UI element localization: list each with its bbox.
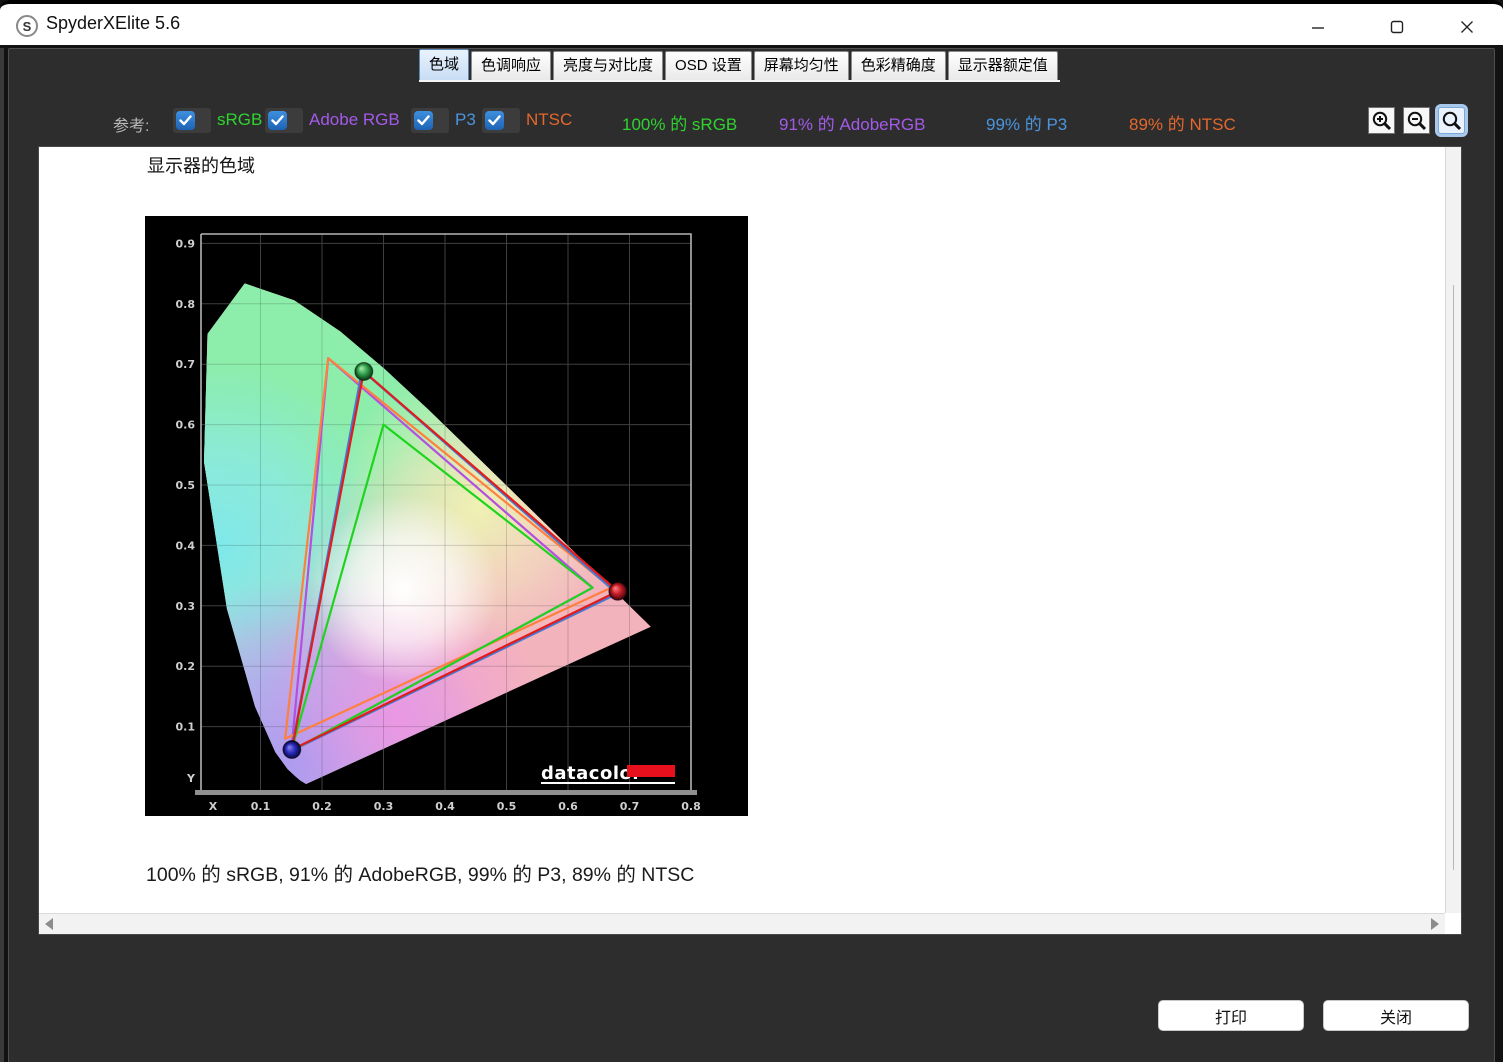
zoom-in-button[interactable] — [1368, 107, 1395, 134]
tab-gamut[interactable]: 色域 — [419, 49, 470, 80]
svg-text:0.8: 0.8 — [176, 298, 196, 311]
checkbox-p3[interactable] — [414, 111, 433, 130]
svg-text:0.1: 0.1 — [251, 800, 271, 813]
checkbox-adobe-rgb[interactable] — [268, 111, 287, 130]
svg-text:0.3: 0.3 — [176, 600, 196, 613]
coverage-adobergb: 91% 的 AdobeRGB — [779, 115, 926, 134]
zoom-fit-icon — [1442, 111, 1461, 130]
reference-row: 参考: sRGB Adobe RGB P3 NTSC 100% 的 sRGB 91% 的… — [9, 101, 1496, 141]
check-icon — [179, 115, 192, 126]
maximize-button[interactable] — [1374, 12, 1420, 42]
svg-text:0.3: 0.3 — [374, 800, 394, 813]
marker-blue-primary — [282, 740, 302, 760]
svg-text:0.2: 0.2 — [312, 800, 332, 813]
vertical-scrollbar[interactable] — [1445, 147, 1461, 914]
checkbox-ntsc[interactable] — [485, 111, 504, 130]
marker-green-primary — [354, 361, 374, 381]
reference-label: 参考: — [113, 118, 150, 135]
coverage-summary: 100% 的 sRGB, 91% 的 AdobeRGB, 99% 的 P3, 8… — [146, 864, 695, 886]
window-edge — [0, 48, 4, 1062]
tab-osd-settings[interactable]: OSD 设置 — [665, 51, 752, 80]
maximize-icon — [1390, 20, 1404, 34]
svg-text:0.7: 0.7 — [620, 800, 640, 813]
checkbox-chip-adobe-rgb — [265, 108, 303, 133]
check-icon — [488, 115, 501, 126]
zoom-out-button[interactable] — [1403, 107, 1430, 134]
checkbox-label-srgb: sRGB — [217, 110, 263, 129]
checkbox-chip-p3 — [411, 108, 449, 133]
scrollbar-corner — [1445, 913, 1461, 934]
svg-text:0.1: 0.1 — [176, 721, 196, 734]
scroll-left-icon — [45, 918, 53, 930]
tab-display-ratings[interactable]: 显示器额定值 — [947, 51, 1058, 80]
page-title: 显示器的色域 — [147, 156, 255, 176]
window-title: SpyderXElite 5.6 — [46, 13, 181, 33]
tab-brightness-contrast[interactable]: 亮度与对比度 — [553, 51, 664, 80]
checkbox-label-p3: P3 — [455, 110, 476, 129]
marker-red-primary — [608, 581, 628, 601]
scroll-right-icon — [1431, 918, 1439, 930]
checkbox-chip-srgb — [173, 108, 211, 133]
close-dialog-button[interactable]: 关闭 — [1323, 1000, 1469, 1031]
svg-text:0.5: 0.5 — [176, 479, 196, 492]
check-icon — [271, 115, 284, 126]
zoom-fit-button[interactable] — [1438, 107, 1465, 134]
horizontal-scrollbar[interactable] — [39, 913, 1445, 934]
minimize-button[interactable] — [1295, 12, 1341, 42]
close-button[interactable] — [1444, 12, 1490, 42]
zoom-out-icon — [1407, 111, 1426, 130]
svg-text:0.4: 0.4 — [435, 800, 455, 813]
svg-text:0.7: 0.7 — [176, 358, 196, 371]
svg-text:0.6: 0.6 — [176, 419, 196, 432]
svg-text:0.4: 0.4 — [176, 539, 196, 552]
checkbox-label-ntsc: NTSC — [526, 110, 573, 129]
coverage-ntsc: 89% 的 NTSC — [1129, 115, 1236, 134]
cie-chromaticity-diagram: 0.1 0.2 0.3 0.4 0.5 0.6 0.7 0.8 0.9 Y 0.1 0.2 0.3 0.4… — [145, 216, 748, 816]
content-panel: 显示器的色域 0.1 0.2 0.3 0.4 0.5 0.6 0.7 0.8 0.9 Y 0.1 0.… — [38, 146, 1462, 935]
close-icon — [1461, 21, 1473, 33]
vertical-scrollbar-thumb[interactable] — [1453, 285, 1454, 870]
svg-text:0.8: 0.8 — [681, 800, 701, 813]
tab-tone-response[interactable]: 色调响应 — [471, 51, 552, 80]
svg-text:0.9: 0.9 — [176, 237, 196, 250]
application-window: S SpyderXElite 5.6 色域 色调响应 亮度与对比度 OSD 设置 屏幕均… — [0, 0, 1503, 1062]
svg-text:0.2: 0.2 — [176, 660, 196, 673]
checkbox-chip-ntsc — [482, 108, 520, 133]
check-icon — [417, 115, 430, 126]
svg-text:0.6: 0.6 — [558, 800, 578, 813]
tab-color-accuracy[interactable]: 色彩精确度 — [850, 51, 946, 80]
scroll-right-button[interactable] — [1425, 914, 1445, 934]
scroll-left-button[interactable] — [39, 914, 59, 934]
gamut-chart: 0.1 0.2 0.3 0.4 0.5 0.6 0.7 0.8 0.9 Y 0.1 0.2 0.3 0.4… — [145, 216, 748, 816]
main-dialog: 色域 色调响应 亮度与对比度 OSD 设置 屏幕均匀性 色彩精确度 显示器额定值 参考: s… — [8, 48, 1495, 1062]
minimize-icon — [1312, 27, 1324, 29]
coverage-p3: 99% 的 P3 — [986, 115, 1068, 134]
zoom-in-icon — [1372, 111, 1391, 130]
svg-text:0.5: 0.5 — [497, 800, 517, 813]
tab-strip: 色域 色调响应 亮度与对比度 OSD 设置 屏幕均匀性 色彩精确度 显示器额定值 — [419, 49, 1060, 82]
title-bar: S SpyderXElite 5.6 — [0, 0, 1503, 45]
checkbox-srgb[interactable] — [176, 111, 195, 130]
checkbox-label-adobe-rgb: Adobe RGB — [309, 110, 400, 129]
svg-text:X: X — [209, 800, 218, 813]
print-button[interactable]: 打印 — [1158, 1000, 1304, 1031]
coverage-srgb: 100% 的 sRGB — [622, 115, 738, 134]
app-logo-icon: S — [16, 15, 38, 37]
svg-text:Y: Y — [186, 772, 196, 785]
svg-text:datacolor: datacolor — [541, 763, 642, 784]
tab-screen-uniformity[interactable]: 屏幕均匀性 — [753, 51, 849, 80]
